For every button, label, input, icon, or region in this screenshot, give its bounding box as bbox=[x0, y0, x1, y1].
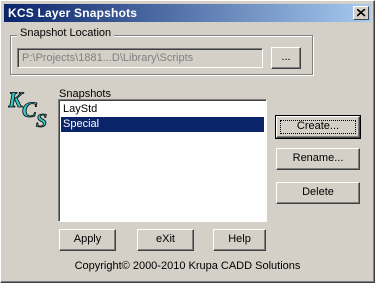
list-item-special[interactable]: Special bbox=[61, 117, 264, 132]
help-button[interactable]: Help bbox=[213, 229, 266, 251]
rename-button[interactable]: Rename... bbox=[276, 148, 360, 170]
exit-button[interactable]: eXit bbox=[137, 229, 194, 251]
delete-button[interactable]: Delete bbox=[276, 182, 360, 204]
window-title: KCS Layer Snapshots bbox=[8, 6, 138, 20]
snapshot-location-field[interactable]: P:\Projects\1881...D\Library\Scripts bbox=[17, 48, 263, 68]
svg-text:C: C bbox=[22, 97, 37, 122]
snapshots-list[interactable]: LayStd Special bbox=[58, 99, 267, 222]
create-button[interactable]: Create... bbox=[275, 115, 361, 139]
close-button[interactable] bbox=[353, 6, 369, 20]
snapshot-location-label: Snapshot Location bbox=[17, 27, 115, 39]
copyright-text: Copyright© 2000-2010 Krupa CADD Solution… bbox=[74, 260, 301, 272]
svg-text:S: S bbox=[36, 110, 47, 129]
apply-button[interactable]: Apply bbox=[59, 229, 116, 251]
browse-button[interactable]: ... bbox=[271, 47, 301, 69]
title-bar[interactable]: KCS Layer Snapshots bbox=[4, 4, 371, 22]
close-icon bbox=[357, 9, 366, 17]
kcs-logo: K C S bbox=[8, 87, 48, 129]
list-item-laystd[interactable]: LayStd bbox=[61, 102, 264, 117]
focus-rectangle bbox=[280, 120, 356, 134]
